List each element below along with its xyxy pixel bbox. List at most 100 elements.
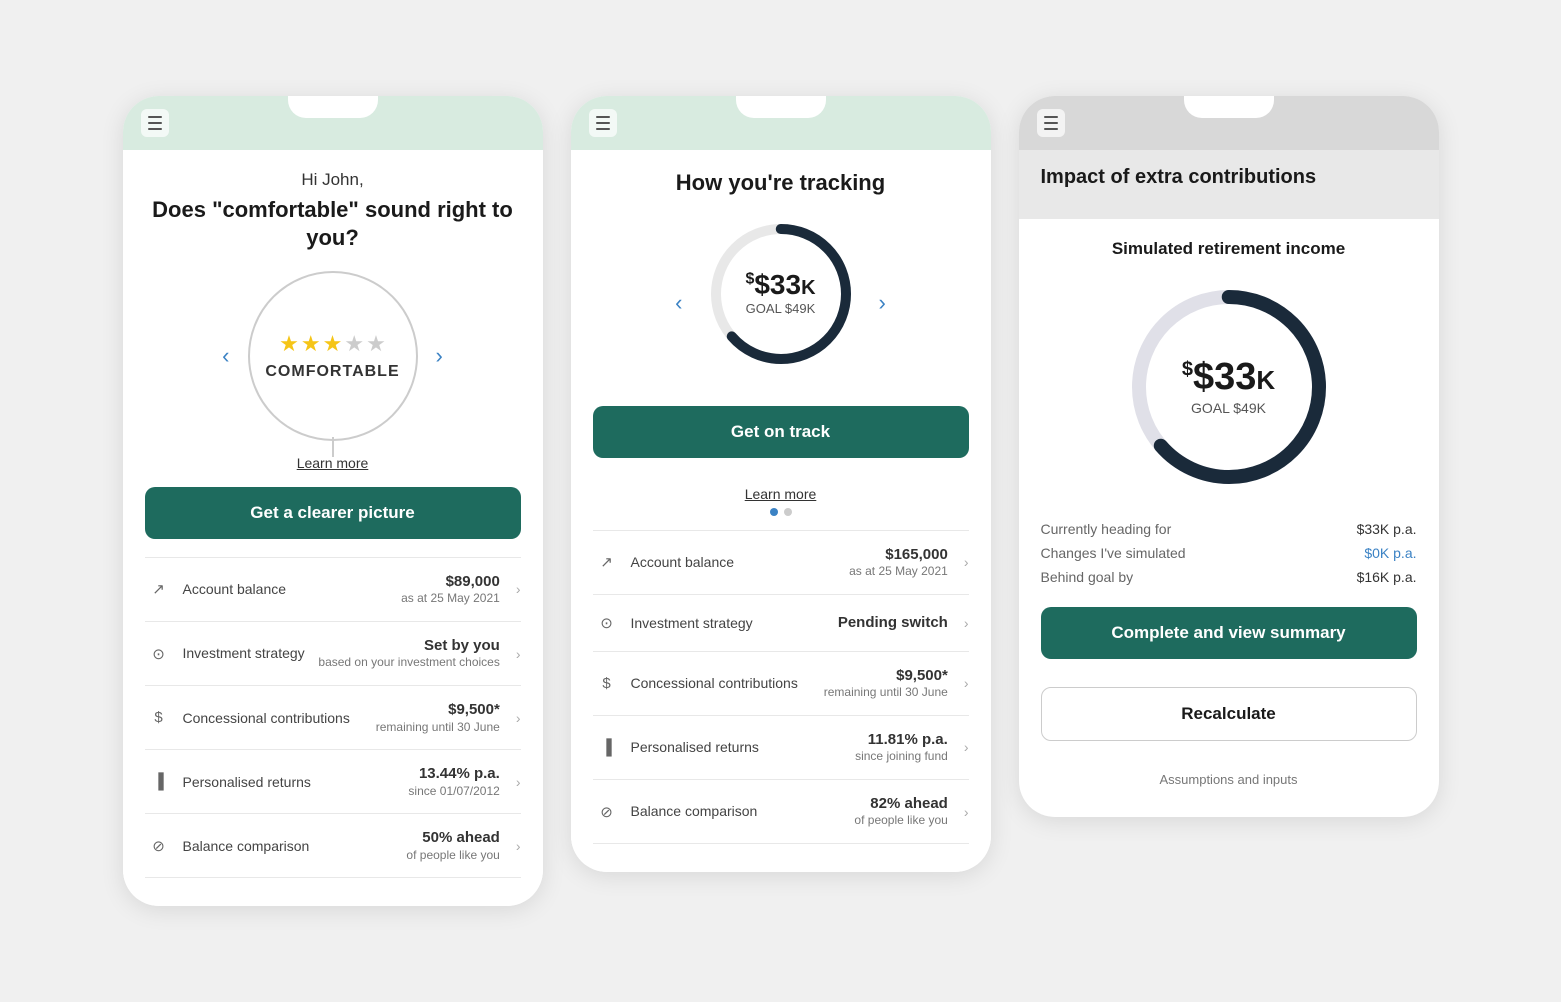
row-chevron: ›: [516, 774, 521, 790]
row-label: Investment strategy: [183, 644, 309, 662]
info-row[interactable]: $ Concessional contributions $9,500* rem…: [593, 651, 969, 715]
phone3-content: Simulated retirement income $$33K GOAL $…: [1019, 219, 1439, 817]
phone1-notch: [288, 96, 378, 118]
learn-more-2: Learn more: [593, 486, 969, 504]
info-row[interactable]: ↗ Account balance $165,000 as at 25 May …: [593, 530, 969, 594]
comfort-circle: ★ ★ ★ ★ ★ COMFORTABLE: [248, 271, 418, 441]
row-chevron: ›: [964, 615, 969, 631]
row-icon: $: [145, 704, 173, 732]
stat-value: $16K p.a.: [1357, 569, 1417, 585]
row-value: $9,500* remaining until 30 June: [376, 700, 500, 735]
sim-title: Simulated retirement income: [1041, 239, 1417, 259]
info-row[interactable]: ▐ Personalised returns 13.44% p.a. since…: [145, 749, 521, 813]
prev-btn-2[interactable]: ‹: [667, 286, 690, 320]
row-icon: ⊙: [593, 609, 621, 637]
row-value: 11.81% p.a. since joining fund: [855, 730, 948, 765]
row-chevron: ›: [964, 675, 969, 691]
phones-container: Hi John, Does "comfortable" sound right …: [123, 96, 1439, 907]
row-icon: ▐: [593, 733, 621, 761]
menu-icon-2[interactable]: [589, 109, 617, 137]
learn-more-link-1[interactable]: Learn more: [297, 455, 369, 471]
carousel-area: ‹ ★ ★ ★ ★ ★ COMFORTABLE ›: [145, 271, 521, 441]
row-chevron: ›: [964, 739, 969, 755]
info-row[interactable]: ⊙ Investment strategy Set by you based o…: [145, 621, 521, 685]
row-icon: ⊙: [145, 640, 173, 668]
stars: ★ ★ ★ ★ ★: [279, 331, 386, 357]
star-5: ★: [366, 331, 386, 357]
get-on-track-btn[interactable]: Get on track: [593, 406, 969, 458]
assumptions-link[interactable]: Assumptions and inputs: [1159, 772, 1297, 787]
comfort-line: [332, 437, 334, 457]
stats-section: Currently heading for $33K p.a. Changes …: [1041, 517, 1417, 589]
row-value: Set by you based on your investment choi…: [318, 636, 499, 671]
phone-2: How you're tracking ‹ $$33K GOAL $49K: [571, 96, 991, 872]
row-value: $89,000 as at 25 May 2021: [401, 572, 500, 607]
row-chevron: ›: [516, 646, 521, 662]
learn-more-link-2[interactable]: Learn more: [745, 486, 817, 502]
row-label: Investment strategy: [631, 614, 828, 632]
large-donut-center: $$33K GOAL $49K: [1182, 358, 1275, 416]
phone2-top-bar: [571, 96, 991, 150]
recalculate-btn[interactable]: Recalculate: [1041, 687, 1417, 741]
large-donut-container: $$33K GOAL $49K: [1041, 277, 1417, 497]
get-clearer-picture-btn[interactable]: Get a clearer picture: [145, 487, 521, 539]
phone3-notch: [1184, 96, 1274, 118]
menu-icon-3[interactable]: [1037, 109, 1065, 137]
info-row[interactable]: $ Concessional contributions $9,500* rem…: [145, 685, 521, 749]
row-label: Concessional contributions: [183, 709, 366, 727]
complete-summary-btn[interactable]: Complete and view summary: [1041, 607, 1417, 659]
row-icon: ⊘: [593, 798, 621, 826]
phone3-top-section: Impact of extra contributions: [1019, 150, 1439, 219]
phone2-notch: [736, 96, 826, 118]
stat-label: Changes I've simulated: [1041, 545, 1186, 561]
stat-row: Changes I've simulated $0K p.a.: [1041, 541, 1417, 565]
prev-btn[interactable]: ‹: [214, 339, 237, 373]
info-row[interactable]: ▐ Personalised returns 11.81% p.a. since…: [593, 715, 969, 779]
next-btn-2[interactable]: ›: [871, 286, 894, 320]
info-rows-1: ↗ Account balance $89,000 as at 25 May 2…: [145, 557, 521, 878]
greeting: Hi John,: [145, 170, 521, 190]
stat-row: Behind goal by $16K p.a.: [1041, 565, 1417, 589]
row-chevron: ›: [516, 838, 521, 854]
row-value: 13.44% p.a. since 01/07/2012: [408, 764, 499, 799]
phone-1: Hi John, Does "comfortable" sound right …: [123, 96, 543, 907]
phone1-top-bar: [123, 96, 543, 150]
row-value: Pending switch: [838, 613, 948, 633]
large-donut-goal: GOAL $49K: [1182, 400, 1275, 416]
info-row[interactable]: ⊙ Investment strategy Pending switch ›: [593, 594, 969, 651]
info-row[interactable]: ↗ Account balance $89,000 as at 25 May 2…: [145, 557, 521, 621]
stat-label: Behind goal by: [1041, 569, 1134, 585]
next-btn[interactable]: ›: [428, 339, 451, 373]
row-chevron: ›: [964, 804, 969, 820]
info-row[interactable]: ⊘ Balance comparison 82% ahead of people…: [593, 779, 969, 844]
donut-goal-2: GOAL $49K: [746, 301, 816, 316]
row-icon: ▐: [145, 768, 173, 796]
donut-amount-2: $$33K: [745, 271, 815, 299]
info-rows-2: ↗ Account balance $165,000 as at 25 May …: [593, 530, 969, 844]
row-value: $9,500* remaining until 30 June: [824, 666, 948, 701]
row-chevron: ›: [516, 710, 521, 726]
row-value: $165,000 as at 25 May 2021: [849, 545, 948, 580]
learn-more-1: Learn more: [145, 455, 521, 473]
row-icon: ↗: [145, 575, 173, 603]
impact-title: Impact of extra contributions: [1041, 166, 1417, 189]
donut-container-2: $$33K GOAL $49K: [701, 214, 861, 374]
dot-1: [770, 508, 778, 516]
info-row[interactable]: ⊘ Balance comparison 50% ahead of people…: [145, 813, 521, 878]
row-label: Account balance: [183, 580, 392, 598]
dot-indicator-2: [593, 508, 969, 516]
tracking-title: How you're tracking: [593, 170, 969, 196]
row-label: Concessional contributions: [631, 674, 814, 692]
phone3-top-bar: [1019, 96, 1439, 150]
phone1-content: Hi John, Does "comfortable" sound right …: [123, 150, 543, 907]
donut-center-2: $$33K GOAL $49K: [745, 271, 815, 316]
menu-icon-1[interactable]: [141, 109, 169, 137]
stat-value: $33K p.a.: [1357, 521, 1417, 537]
row-value: 82% ahead of people like you: [854, 794, 947, 829]
row-chevron: ›: [964, 554, 969, 570]
star-2: ★: [301, 331, 321, 357]
row-label: Personalised returns: [183, 773, 399, 791]
question: Does "comfortable" sound right to you?: [145, 196, 521, 253]
comfort-label: COMFORTABLE: [265, 363, 399, 381]
row-icon: $: [593, 669, 621, 697]
